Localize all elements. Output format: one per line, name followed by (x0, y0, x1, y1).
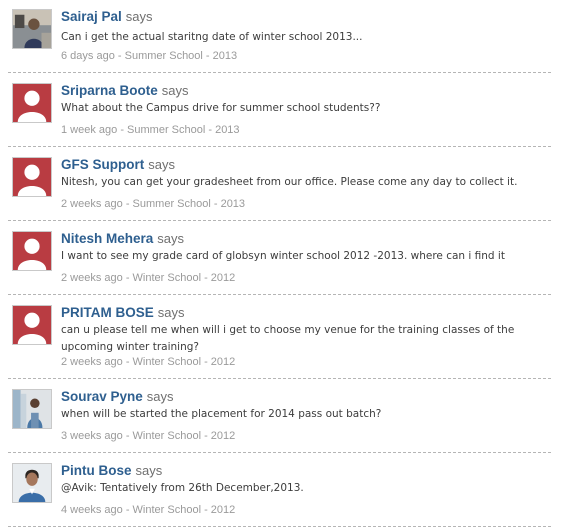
comment-text: can u please tell me when will i get to … (61, 324, 515, 353)
category-link[interactable]: Winter School - 2012 (133, 504, 236, 516)
meta-separator: - (122, 430, 133, 442)
comment-text: What about the Campus drive for summer s… (61, 102, 381, 114)
author-name-link[interactable]: Pintu Bose (61, 463, 132, 478)
timestamp-link[interactable]: 2 weeks ago (61, 198, 123, 210)
category-link[interactable]: Winter School - 2012 (133, 272, 236, 284)
timestamp-link[interactable]: 2 weeks ago (61, 272, 123, 284)
category-link[interactable]: Winter School - 2012 (133, 356, 236, 368)
comment-text: I want to see my grade card of globsyn w… (61, 250, 505, 262)
comment-meta: 3 weeks ago - Winter School - 2012 (61, 430, 235, 442)
comment-meta: 6 days ago - Summer School - 2013 (61, 50, 237, 62)
user-photo-icon (13, 10, 51, 48)
timestamp-link[interactable]: 6 days ago (61, 50, 115, 62)
comment-item: GFS Support says Nitesh, you can get your… (8, 147, 551, 221)
author-line: Sairaj Pal says (61, 9, 153, 25)
says-label: says (135, 463, 163, 478)
says-label: says (161, 83, 189, 98)
author-line: Sriparna Boote says (61, 83, 189, 99)
default-user-icon (13, 232, 51, 270)
says-label: says (157, 231, 185, 246)
author-line: Sourav Pyne says (61, 389, 174, 405)
says-label: says (148, 157, 175, 172)
category-link[interactable]: Summer School - 2013 (133, 198, 246, 210)
meta-separator: - (114, 50, 125, 62)
author-name-link[interactable]: Sriparna Boote (61, 83, 158, 98)
avatar[interactable] (12, 231, 52, 271)
comment-item: Sairaj Pal says Can i get the actual star… (8, 0, 551, 73)
user-photo-icon (13, 390, 51, 428)
category-link[interactable]: Summer School - 2013 (127, 124, 240, 136)
author-line: Nitesh Mehera says (61, 231, 184, 247)
comment-meta: 2 weeks ago - Winter School - 2012 (61, 272, 235, 284)
author-line: Pintu Bose says (61, 463, 162, 479)
says-label: says (125, 9, 153, 24)
timestamp-link[interactable]: 2 weeks ago (61, 356, 123, 368)
avatar[interactable] (12, 463, 52, 503)
author-name-link[interactable]: Sourav Pyne (61, 389, 143, 404)
author-line: PRITAM BOSE says (61, 305, 185, 321)
comment-meta: 2 weeks ago - Summer School - 2013 (61, 198, 245, 210)
says-label: says (157, 305, 185, 320)
comment-meta: 4 weeks ago - Winter School - 2012 (61, 504, 235, 516)
comment-item: Sriparna Boote says What about the Campus… (8, 73, 551, 147)
avatar[interactable] (12, 157, 52, 197)
author-line: GFS Support says (61, 157, 175, 173)
user-photo-icon (13, 464, 51, 502)
comment-item: Sourav Pyne says when will be started the… (8, 379, 551, 453)
timestamp-link[interactable]: 3 weeks ago (61, 430, 123, 442)
comment-item: Nitesh Mehera says I want to see my grade… (8, 221, 551, 295)
comment-text: Can i get the actual staritng date of wi… (61, 31, 363, 43)
comment-text: Nitesh, you can get your gradesheet from… (61, 176, 518, 188)
timestamp-link[interactable]: 1 week ago (61, 124, 117, 136)
meta-separator: - (122, 504, 133, 516)
comment-feed: Sairaj Pal says Can i get the actual star… (0, 0, 573, 527)
author-name-link[interactable]: PRITAM BOSE (61, 305, 154, 320)
avatar[interactable] (12, 9, 52, 49)
default-user-icon (13, 84, 51, 122)
category-link[interactable]: Winter School - 2012 (133, 430, 236, 442)
meta-separator: - (117, 124, 128, 136)
author-name-link[interactable]: GFS Support (61, 157, 144, 172)
category-link[interactable]: Summer School - 2013 (125, 50, 238, 62)
meta-separator: - (122, 356, 133, 368)
timestamp-link[interactable]: 4 weeks ago (61, 504, 123, 516)
author-name-link[interactable]: Nitesh Mehera (61, 231, 153, 246)
comment-meta: 2 weeks ago - Winter School - 2012 (61, 356, 235, 368)
author-name-link[interactable]: Sairaj Pal (61, 9, 122, 24)
comment-item: Pintu Bose says @Avik: Tentatively from 2… (8, 453, 551, 527)
says-label: says (146, 389, 174, 404)
avatar[interactable] (12, 389, 52, 429)
comment-text: @Avik: Tentatively from 26th December,20… (61, 482, 304, 494)
comment-item: PRITAM BOSE says can u please tell me whe… (8, 295, 551, 379)
comment-text: when will be started the placement for 2… (61, 408, 382, 420)
avatar[interactable] (12, 305, 52, 345)
comment-meta: 1 week ago - Summer School - 2013 (61, 124, 240, 136)
avatar[interactable] (12, 83, 52, 123)
default-user-icon (13, 306, 51, 344)
default-user-icon (13, 158, 51, 196)
meta-separator: - (122, 198, 133, 210)
meta-separator: - (122, 272, 133, 284)
